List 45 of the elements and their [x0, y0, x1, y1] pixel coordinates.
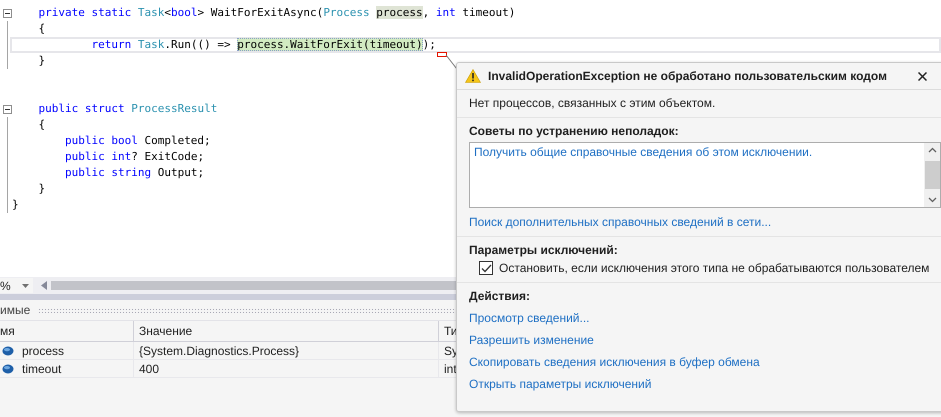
- collapse-icon[interactable]: [3, 105, 12, 114]
- tip-link[interactable]: Получить общие справочные сведения об этом исключении.: [474, 145, 920, 159]
- field-icon: [2, 346, 14, 356]
- code-line: public struct ProcessResult: [37, 101, 218, 117]
- scroll-down-icon[interactable]: [928, 197, 936, 203]
- scroll-up-icon[interactable]: [928, 147, 936, 153]
- action-link[interactable]: Скопировать сведения исключения в буфер обмена: [469, 355, 937, 369]
- variable-name: timeout: [22, 362, 62, 376]
- zoom-combo[interactable]: %: [0, 278, 33, 293]
- code-line: public int? ExitCode;: [64, 149, 204, 165]
- column-header[interactable]: Значение: [134, 321, 439, 341]
- code-line: return Task.Run(() => process.WaitForExit(timeout));: [90, 37, 436, 53]
- code-line: public string Output;: [64, 165, 204, 181]
- code-line: public bool Completed;: [64, 133, 211, 149]
- section-heading: Советы по устранению неполадок:: [469, 124, 680, 138]
- field-icon: [2, 364, 14, 374]
- variable-value: {System.Diagnostics.Process}: [139, 344, 300, 358]
- code-line: }: [37, 53, 46, 69]
- exception-message: Нет процессов, связанных с этим объектом.: [469, 96, 716, 110]
- variable-type: int: [444, 362, 457, 376]
- scrollbar-thumb[interactable]: [924, 161, 940, 189]
- variable-value: 400: [139, 362, 160, 376]
- checkbox-label: Остановить, если исключения этого типа не обрабатываются пользователем: [499, 261, 930, 275]
- column-header[interactable]: мя: [0, 321, 134, 341]
- error-marker: [437, 52, 447, 57]
- collapse-icon[interactable]: [3, 9, 12, 18]
- code-line: {: [37, 21, 46, 37]
- code-line: }: [37, 181, 46, 197]
- section-heading: Параметры исключений:: [469, 243, 619, 257]
- caret-icon: [22, 284, 29, 288]
- section-heading: Действия:: [469, 289, 532, 303]
- code-line: private static Task<bool> WaitForExitAsync(Process process, int timeout): [37, 5, 516, 21]
- warning-icon: [465, 69, 481, 83]
- action-link[interactable]: Просмотр сведений...: [469, 311, 937, 325]
- scroll-left-icon[interactable]: [41, 281, 47, 290]
- variable-name: process: [22, 344, 64, 358]
- code-line: }: [12, 197, 19, 213]
- exception-title: InvalidOperationException не обработано пользовательским кодом: [488, 69, 888, 83]
- checkbox[interactable]: [479, 261, 493, 275]
- action-link[interactable]: Разрешить изменение: [469, 333, 937, 347]
- close-icon[interactable]: [918, 72, 927, 80]
- code-line: {: [37, 117, 46, 133]
- panel-title: имые: [0, 303, 30, 317]
- search-link[interactable]: Поиск дополнительных справочных сведений в сети...: [469, 215, 937, 229]
- action-link[interactable]: Открыть параметры исключений: [469, 377, 937, 391]
